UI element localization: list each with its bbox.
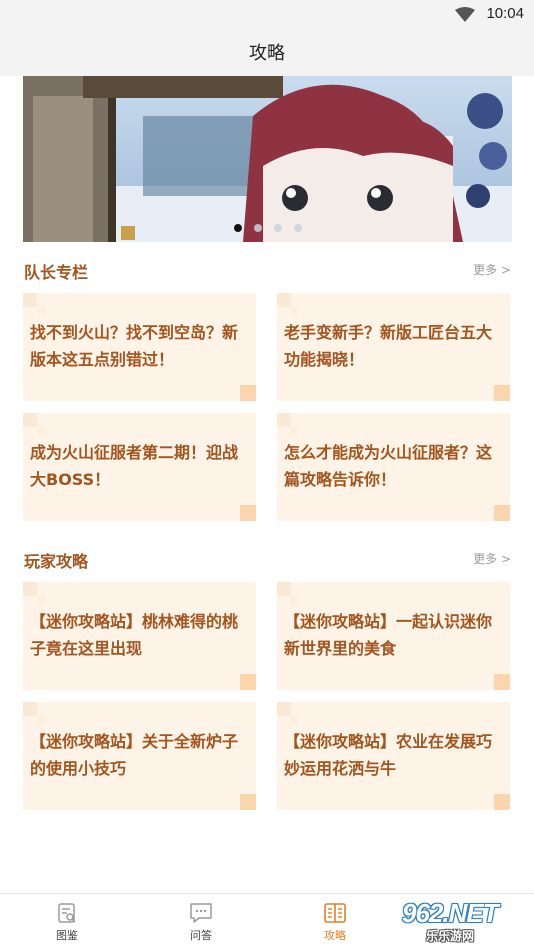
article-title: 成为火山征服者第二期！迎战大BOSS！ <box>30 443 239 489</box>
article-title: 【迷你攻略站】关于全新炉子的使用小技巧 <box>30 732 239 778</box>
chat-bubble-icon <box>190 903 212 923</box>
article-title: 【迷你攻略站】桃林难得的桃子竟在这里出现 <box>30 612 239 658</box>
card-corner-decoration <box>494 794 510 810</box>
article-card[interactable]: 怎么才能成为火山征服者？这篇攻略告诉你！ <box>277 413 510 521</box>
article-card[interactable]: 【迷你攻略站】农业在发展巧妙运用花洒与牛 <box>277 702 510 810</box>
article-title: 怎么才能成为火山征服者？这篇攻略告诉你！ <box>284 443 493 489</box>
card-corner-decoration <box>240 674 256 690</box>
article-card[interactable]: 老手变新手？新版工匠台五大功能揭晓！ <box>277 293 510 401</box>
tab-guides[interactable]: 攻略 <box>305 902 365 943</box>
carousel-dot[interactable] <box>233 224 242 232</box>
article-card[interactable]: 成为火山征服者第二期！迎战大BOSS！ <box>23 413 256 521</box>
wifi-icon <box>455 7 475 22</box>
article-card[interactable]: 找不到火山？找不到空岛？新版本这五点别错过！ <box>23 293 256 401</box>
card-corner-decoration <box>494 505 510 521</box>
tab-encyclopedia[interactable]: 图鉴 <box>37 902 97 943</box>
article-title: 老手变新手？新版工匠台五大功能揭晓！ <box>284 323 493 369</box>
section-title-captain-column: 队长专栏 <box>24 263 89 282</box>
carousel-dot[interactable] <box>293 224 302 232</box>
card-corner-decoration <box>240 385 256 401</box>
banner-image <box>23 76 512 242</box>
captain-column-more-link[interactable]: 更多 > <box>473 261 511 278</box>
tab-label: 问答 <box>190 929 212 942</box>
tab-label: 攻略 <box>324 929 346 942</box>
carousel-dot[interactable] <box>253 224 262 232</box>
card-corner-decoration <box>494 385 510 401</box>
status-time: 10:04 <box>486 5 524 22</box>
book-icon <box>324 903 346 923</box>
card-corner-decoration <box>240 505 256 521</box>
article-title: 找不到火山？找不到空岛？新版本这五点别错过！ <box>30 323 239 369</box>
carousel-indicator <box>23 224 512 232</box>
article-card[interactable]: 【迷你攻略站】桃林难得的桃子竟在这里出现 <box>23 582 256 690</box>
app-header: 攻略 <box>0 30 534 76</box>
tab-label: 图鉴 <box>56 929 78 942</box>
carousel-dot[interactable] <box>273 224 282 232</box>
card-corner-decoration <box>240 794 256 810</box>
banner-carousel[interactable] <box>23 76 512 242</box>
watermark-logo: 962.NET 乐乐游网 <box>396 898 530 944</box>
watermark-main-text: 962.NET <box>402 898 499 928</box>
encyclopedia-icon <box>58 903 76 923</box>
section-title-player-guides: 玩家攻略 <box>24 552 89 571</box>
card-corner-decoration <box>494 674 510 690</box>
status-bar: 10:04 <box>0 0 534 30</box>
article-card[interactable]: 【迷你攻略站】关于全新炉子的使用小技巧 <box>23 702 256 810</box>
page-title: 攻略 <box>249 43 285 64</box>
watermark-sub-text: 乐乐游网 <box>426 929 475 943</box>
article-card[interactable]: 【迷你攻略站】一起认识迷你新世界里的美食 <box>277 582 510 690</box>
tab-qa[interactable]: 问答 <box>171 902 231 943</box>
article-title: 【迷你攻略站】一起认识迷你新世界里的美食 <box>284 612 493 658</box>
player-guides-more-link[interactable]: 更多 > <box>473 550 511 567</box>
article-title: 【迷你攻略站】农业在发展巧妙运用花洒与牛 <box>284 732 493 778</box>
